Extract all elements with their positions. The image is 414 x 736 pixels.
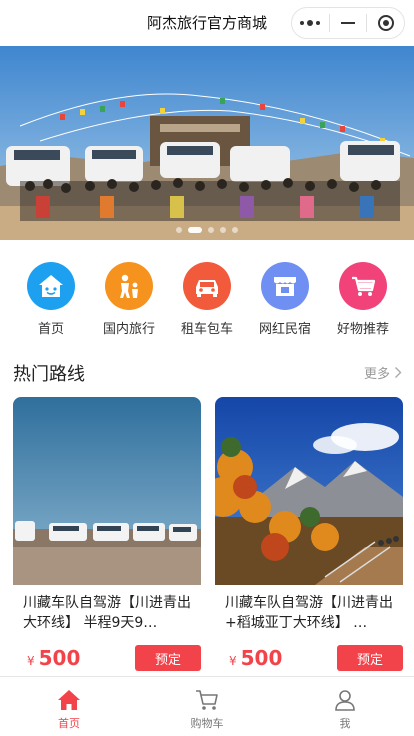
banner-image: [0, 46, 414, 240]
user-icon: [335, 690, 355, 711]
carousel-dot[interactable]: [176, 227, 182, 233]
category-car-rental[interactable]: 租车包车: [171, 262, 243, 342]
section-title: 热门路线: [13, 364, 85, 385]
cart-icon: [339, 262, 387, 310]
category-homestay[interactable]: 网红民宿: [249, 262, 321, 342]
family-icon: [105, 262, 153, 310]
tab-cart[interactable]: 购物车: [138, 677, 276, 736]
nav-bar: 阿杰旅行官方商城: [0, 0, 414, 46]
more-button[interactable]: [292, 8, 329, 38]
minus-icon: [340, 22, 355, 24]
home-icon: [58, 690, 80, 710]
price-value: 500: [240, 646, 283, 670]
book-button[interactable]: 预定: [135, 645, 201, 671]
product-card[interactable]: 川藏车队自驾游【川进青出+稻城亚丁大环线】 … ¥ 500 预定: [215, 397, 403, 672]
tab-label: 我: [339, 717, 351, 730]
product-price-row: ¥ 500 预定: [215, 644, 403, 672]
category-label: 网红民宿: [258, 322, 311, 337]
category-label: 好物推荐: [336, 322, 389, 337]
home-face-icon: [27, 262, 75, 310]
category-domestic-travel[interactable]: 国内旅行: [93, 262, 165, 342]
close-button[interactable]: [367, 8, 404, 38]
cart-outline-icon: [196, 690, 218, 710]
category-label: 国内旅行: [102, 322, 155, 337]
category-label: 首页: [37, 322, 64, 337]
product-list: 川藏车队自驾游【川进青出大环线】 半程9天9… ¥ 500 预定 川藏车队自驾游…: [13, 397, 403, 672]
product-price: ¥ 500: [27, 646, 80, 670]
carousel-dot-active[interactable]: [188, 227, 202, 233]
currency-symbol: ¥: [27, 654, 35, 668]
product-price-row: ¥ 500 预定: [13, 644, 201, 672]
minimize-button[interactable]: [330, 8, 367, 38]
price-value: 500: [38, 646, 81, 670]
category-home[interactable]: 首页: [15, 262, 87, 342]
product-image[interactable]: [13, 397, 201, 585]
target-circle-icon: [377, 15, 394, 31]
more-link[interactable]: 更多: [364, 363, 402, 382]
tab-home[interactable]: 首页: [0, 677, 138, 736]
product-name[interactable]: 川藏车队自驾游【川进青出大环线】 半程9天9…: [13, 593, 201, 633]
product-image[interactable]: [215, 397, 403, 585]
currency-symbol: ¥: [229, 654, 237, 668]
category-label: 租车包车: [180, 322, 233, 337]
chevron-right-icon: [395, 367, 402, 378]
car-icon: [183, 262, 231, 310]
product-name[interactable]: 川藏车队自驾游【川进青出+稻城亚丁大环线】 …: [215, 593, 403, 633]
product-price: ¥ 500: [229, 646, 282, 670]
tab-bar: 首页 购物车 我: [0, 676, 414, 736]
more-label: 更多: [363, 367, 390, 382]
more-dots-icon: [300, 20, 321, 26]
carousel-indicators: [0, 227, 414, 233]
mini-program-capsule: [291, 7, 405, 39]
book-button[interactable]: 预定: [337, 645, 403, 671]
category-recommend[interactable]: 好物推荐: [327, 262, 399, 342]
shop-icon: [261, 262, 309, 310]
carousel-dot[interactable]: [220, 227, 226, 233]
carousel-dot[interactable]: [208, 227, 214, 233]
tab-label: 购物车: [190, 717, 224, 730]
product-card[interactable]: 川藏车队自驾游【川进青出大环线】 半程9天9… ¥ 500 预定: [13, 397, 201, 672]
banner-carousel[interactable]: [0, 46, 414, 240]
tab-label: 首页: [58, 717, 80, 730]
carousel-dot[interactable]: [232, 227, 238, 233]
category-grid: 首页 国内旅行 租车包车 网红民宿 好物推荐: [0, 262, 414, 342]
tab-me[interactable]: 我: [276, 677, 414, 736]
